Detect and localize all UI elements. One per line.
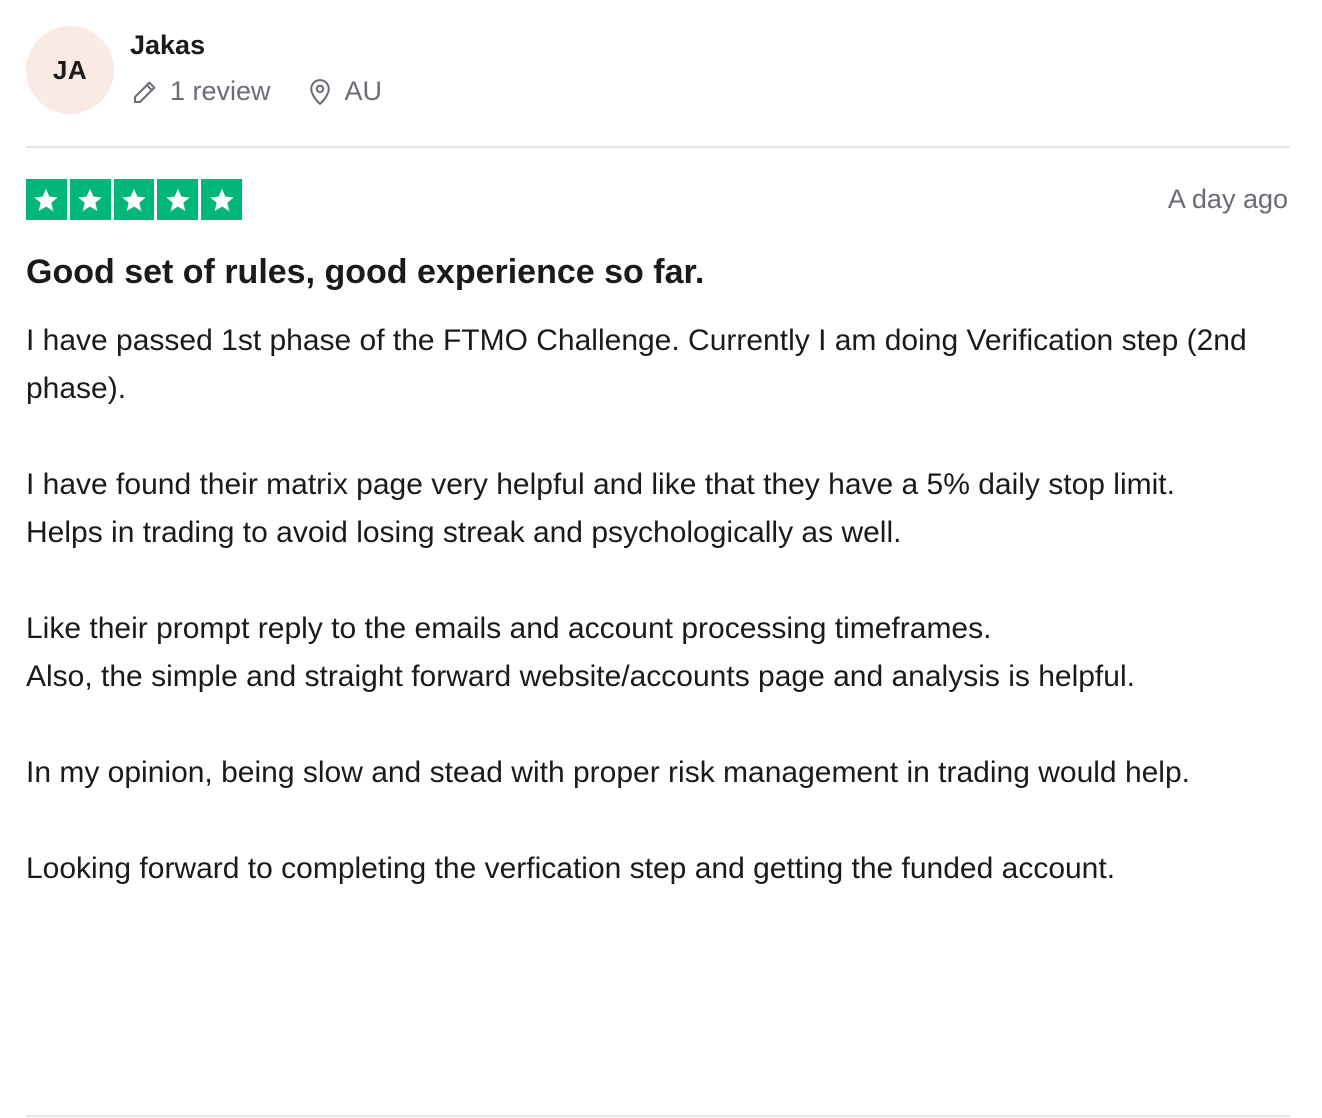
star-icon bbox=[209, 188, 234, 211]
country-code: AU bbox=[344, 76, 383, 106]
star-rating bbox=[26, 179, 242, 220]
location-pin-icon bbox=[309, 78, 330, 105]
star-1 bbox=[26, 179, 67, 220]
consumer-name-link[interactable]: Jakas bbox=[130, 30, 205, 61]
review-date: A day ago bbox=[1167, 184, 1288, 214]
star-icon bbox=[122, 188, 146, 211]
star-2 bbox=[69, 179, 111, 220]
review-paragraph: Like their prompt reply to the emails an… bbox=[26, 612, 992, 645]
consumer-meta: 1 review AU bbox=[130, 76, 382, 107]
review-paragraph: In my opinion, being slow and stead with… bbox=[26, 756, 1190, 789]
review-paragraph: I have found their matrix page very help… bbox=[26, 468, 1175, 501]
star-5 bbox=[201, 179, 242, 220]
avatar[interactable]: JA bbox=[26, 26, 114, 114]
divider bbox=[26, 146, 1290, 148]
star-4 bbox=[157, 179, 199, 220]
star-icon bbox=[34, 188, 59, 211]
star-icon bbox=[166, 188, 190, 211]
review-paragraph: Also, the simple and straight forward we… bbox=[26, 660, 1135, 693]
review-paragraph: Helps in trading to avoid losing streak … bbox=[26, 516, 902, 549]
star-3 bbox=[113, 179, 155, 220]
review-paragraph: Looking forward to completing the verfic… bbox=[26, 852, 1116, 885]
review-body: I have passed 1st phase of the FTMO Chal… bbox=[26, 317, 1290, 893]
review-title[interactable]: Good set of rules, good experience so fa… bbox=[26, 253, 704, 292]
consumer-info: JA Jakas 1 review AU bbox=[26, 26, 1290, 114]
star-icon bbox=[78, 188, 102, 211]
review-card: JA Jakas 1 review AU A day ago Good set … bbox=[26, 0, 1290, 1118]
review-count: 1 review bbox=[130, 76, 271, 107]
consumer-location: AU bbox=[305, 76, 383, 107]
review-paragraph: I have passed 1st phase of the FTMO Chal… bbox=[26, 324, 1247, 405]
pencil-icon bbox=[134, 81, 156, 103]
divider bbox=[26, 1115, 1290, 1117]
review-count-text: 1 review bbox=[170, 76, 271, 106]
